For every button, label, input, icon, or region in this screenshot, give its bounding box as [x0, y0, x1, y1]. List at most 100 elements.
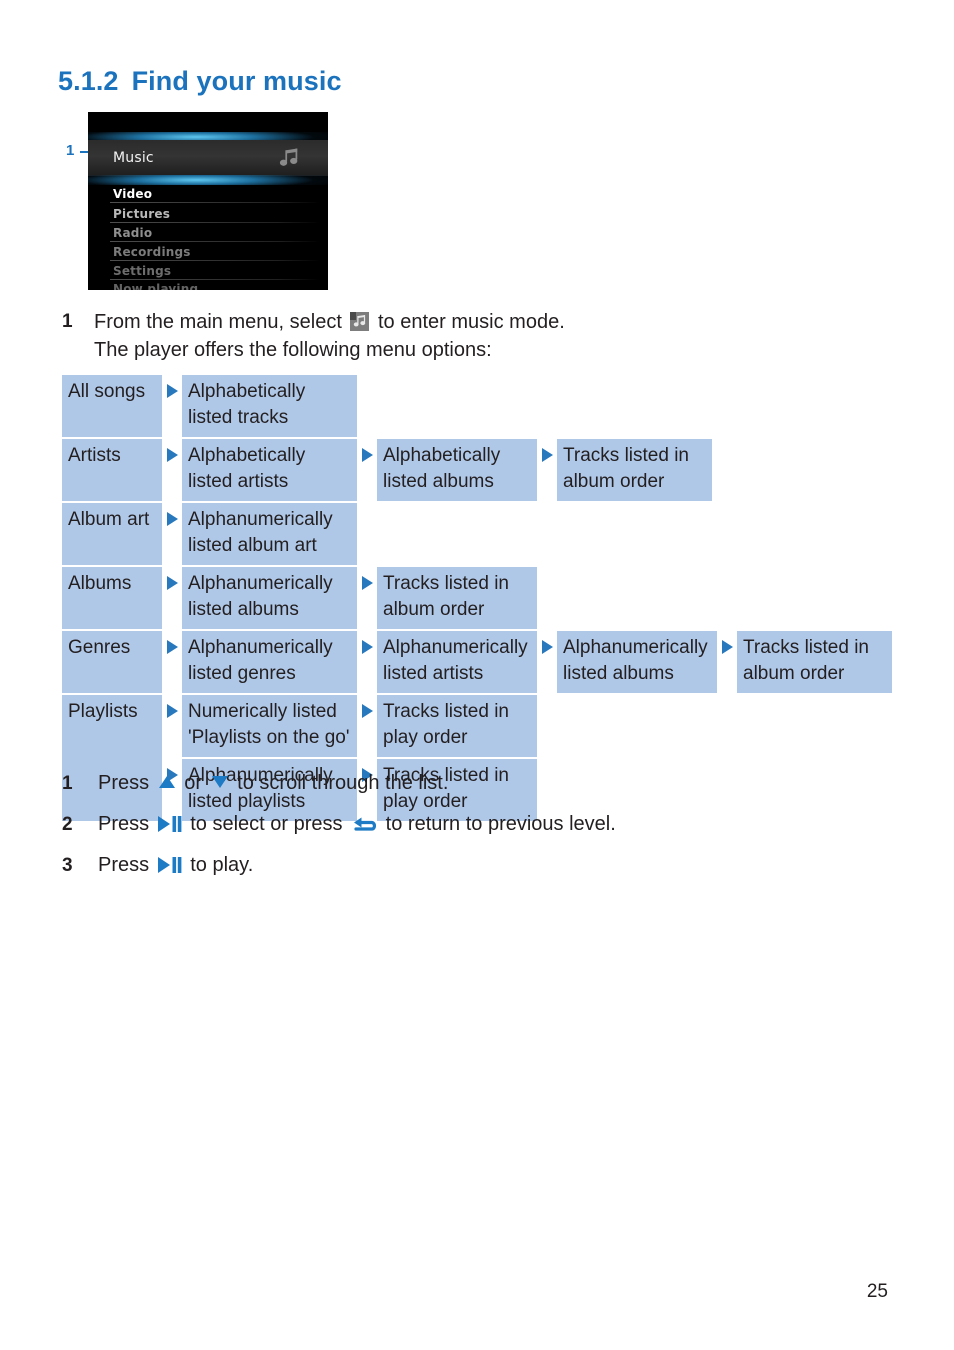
flow-arrow-gap: [162, 695, 182, 757]
intro-step-text-after: to enter music mode.: [378, 311, 565, 333]
operation-step-1-number: 1: [62, 773, 73, 794]
flow-arrow-gap: [357, 567, 377, 629]
device-menu-item-video-label: Video: [113, 186, 153, 201]
step1-text-a: Press: [98, 772, 150, 794]
intro-step-line-2: The player offers the following menu opt…: [94, 339, 492, 361]
table-row: All songs Alphabetically listed tracks: [62, 375, 892, 437]
play-pause-icon: [157, 811, 182, 832]
return-arrow-icon: [352, 812, 377, 831]
flow-arrow-gap: [357, 439, 377, 501]
flow-arrow-gap: [162, 439, 182, 501]
flow-cell-label: Albums: [62, 567, 162, 629]
section-number: 5.1.2: [58, 66, 119, 96]
chevron-right-icon: [361, 704, 373, 718]
up-triangle-icon: [158, 776, 175, 788]
device-menu-item-settings-label: Settings: [113, 263, 172, 278]
intro-step-number: 1: [62, 311, 73, 332]
step1-text-b: or: [184, 772, 203, 794]
chevron-right-icon: [541, 640, 553, 654]
table-subrow: Numerically listed 'Playlists on the go'…: [162, 695, 537, 757]
flow-cell-level1: Alphabetically listed artists: [182, 439, 357, 501]
flow-cell-label: Genres: [62, 631, 162, 693]
callout-label-1: 1: [66, 142, 75, 159]
operation-step-3-number: 3: [62, 855, 73, 876]
section-title-text: Find your music: [131, 66, 342, 96]
flow-cell-level4: Tracks listed in album order: [737, 631, 892, 693]
operation-step-3: 3 Press to play.: [62, 850, 882, 881]
device-menu-item-pictures: Pictures: [88, 204, 328, 223]
device-screen-screenshot: Music Video Pictures Radio Recordings Se…: [88, 112, 328, 290]
intro-step-block: 1 From the main menu, select to enter mu…: [62, 308, 862, 364]
flow-cell-level3: Alphanumerically listed albums: [557, 631, 717, 693]
device-menu-separator: [110, 202, 320, 203]
flow-arrow-gap: [162, 567, 182, 629]
table-row: Artists Alphabetically listed artists Al…: [62, 439, 892, 501]
music-note-icon: [278, 148, 300, 168]
chevron-right-icon: [541, 448, 553, 462]
page-title: 5.1.2 Find your music: [58, 66, 342, 97]
chevron-right-icon: [721, 640, 733, 654]
music-mode-icon: [350, 311, 370, 331]
operation-steps-list: 1 Press or to scroll through the list. 2…: [62, 768, 882, 891]
step2-text-c: to return to previous level.: [385, 813, 616, 835]
device-menu-item-video: Video: [88, 184, 328, 203]
step3-text-a: Press: [98, 854, 150, 876]
table-row: Album art Alphanumerically listed album …: [62, 503, 892, 565]
chevron-right-icon: [361, 576, 373, 590]
flow-arrow-gap: [162, 631, 182, 693]
chevron-right-icon: [166, 512, 178, 526]
down-triangle-icon: [211, 776, 228, 788]
device-menu-item-music-label: Music: [113, 150, 154, 166]
step2-text-a: Press: [98, 813, 150, 835]
flow-arrow-gap: [537, 631, 557, 693]
table-row: Genres Alphanumerically listed genres Al…: [62, 631, 892, 693]
flow-cell-label: All songs: [62, 375, 162, 437]
flow-arrow-gap: [537, 439, 557, 501]
operation-step-3-text: Press to play.: [98, 850, 253, 880]
operation-step-1-text: Press or to scroll through the list.: [98, 768, 448, 798]
operation-step-2-text: Press to select or press to return to pr…: [98, 809, 616, 839]
device-menu-item-music: Music: [88, 144, 328, 172]
flow-cell-level2: Tracks listed in play order: [377, 695, 537, 757]
device-menu-item-recordings: Recordings: [88, 242, 328, 261]
step3-text-b: to play.: [190, 854, 254, 876]
flow-cell-level1: Alphabetically listed tracks: [182, 375, 357, 437]
device-menu-item-recordings-label: Recordings: [113, 244, 191, 259]
chevron-right-icon: [361, 640, 373, 654]
intro-step-text-before: From the main menu, select: [94, 311, 342, 333]
flow-cell-level3: Tracks listed in album order: [557, 439, 712, 501]
device-menu-item-now-playing: Now playing: [88, 279, 328, 291]
flow-arrow-gap: [717, 631, 737, 693]
device-menu-item-pictures-label: Pictures: [113, 206, 171, 221]
manual-page: 5.1.2 Find your music 1 Music Video Pict…: [0, 0, 954, 1350]
table-row: Albums Alphanumerically listed albums Tr…: [62, 567, 892, 629]
flow-arrow-gap: [162, 503, 182, 565]
flow-cell-level2: Alphabetically listed albums: [377, 439, 537, 501]
play-pause-icon: [157, 852, 182, 873]
intro-step-line-1: 1 From the main menu, select to enter mu…: [62, 308, 862, 364]
flow-cell-level2: Alphanumerically listed artists: [377, 631, 537, 693]
flow-arrow-gap: [357, 631, 377, 693]
flow-cell-level1: Alphanumerically listed albums: [182, 567, 357, 629]
flow-cell-label: Artists: [62, 439, 162, 501]
menu-options-flow-table: All songs Alphabetically listed tracks A…: [62, 375, 892, 823]
page-number: 25: [866, 1281, 888, 1302]
flow-arrow-gap: [162, 375, 182, 437]
chevron-right-icon: [166, 384, 178, 398]
flow-cell-level2: Tracks listed in album order: [377, 567, 537, 629]
flow-arrow-gap: [357, 695, 377, 757]
step2-text-b: to select or press: [190, 813, 343, 835]
intro-step-text: From the main menu, select to enter musi…: [94, 308, 862, 364]
chevron-right-icon: [361, 448, 373, 462]
device-menu-item-now-playing-label: Now playing: [113, 281, 199, 291]
operation-step-1: 1 Press or to scroll through the list.: [62, 768, 882, 799]
device-menu-item-radio: Radio: [88, 223, 328, 242]
step1-text-c: to scroll through the list.: [237, 772, 449, 794]
operation-step-2-number: 2: [62, 814, 73, 835]
flow-cell-level1: Alphanumerically listed album art: [182, 503, 357, 565]
flow-cell-label: Album art: [62, 503, 162, 565]
chevron-right-icon: [166, 576, 178, 590]
chevron-right-icon: [166, 640, 178, 654]
chevron-right-icon: [166, 704, 178, 718]
operation-step-2: 2 Press to select or press to return to …: [62, 809, 882, 840]
